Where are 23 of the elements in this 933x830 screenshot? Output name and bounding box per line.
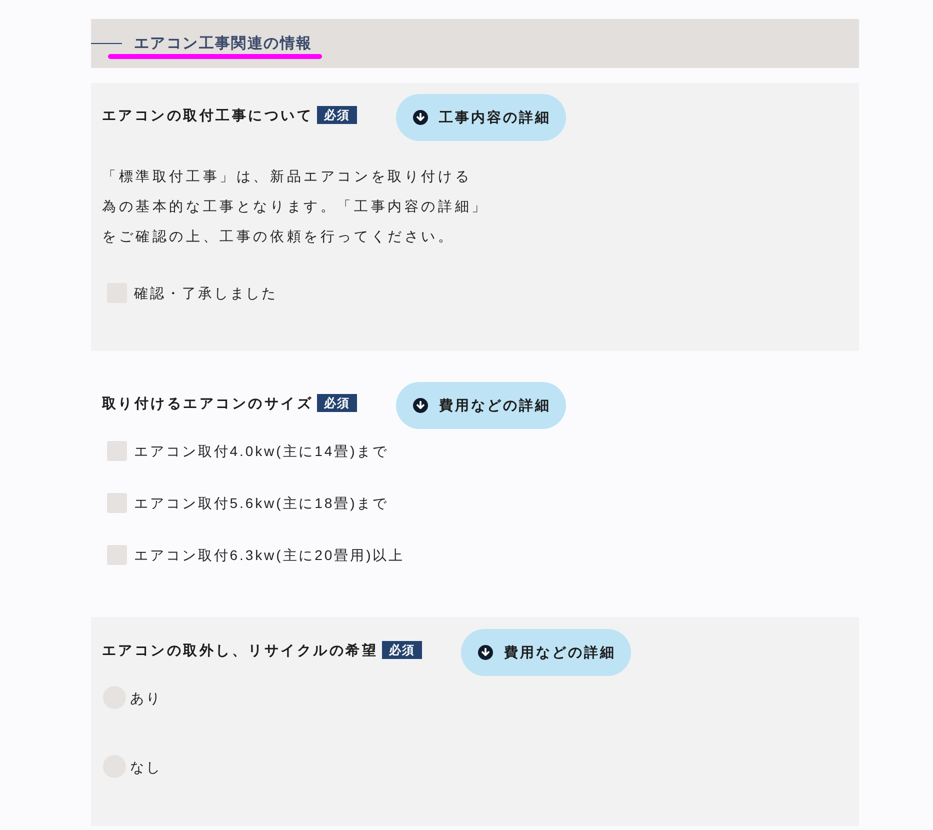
checkbox[interactable]: [107, 493, 127, 513]
details-button[interactable]: 費用などの詳細: [461, 629, 631, 676]
details-button[interactable]: 工事内容の詳細: [396, 94, 566, 141]
option-label: あり: [130, 690, 162, 704]
field-label: エアコンの取付工事について: [102, 108, 314, 122]
required-badge: 必須: [317, 106, 358, 124]
field-label: エアコンの取外し、リサイクルの希望: [102, 642, 378, 656]
option-label: 確認・了承しました: [134, 286, 278, 300]
description-text: 「標準取付工事」は、新品エアコンを取り付ける 為の基本的な工事となります。「工事内容の詳細」 をご確認の上、工事の依頼を行ってください。: [102, 167, 488, 246]
required-badge: 必須: [317, 394, 358, 412]
arrow-down-circle-icon: [413, 398, 428, 413]
field-label: 取り付けるエアコンのサイズ: [102, 396, 314, 410]
option-label: エアコン取付5.6kw(主に18畳)まで: [134, 496, 389, 510]
checkbox[interactable]: [107, 545, 127, 565]
details-button[interactable]: 費用などの詳細: [396, 382, 566, 429]
option-label: エアコン取付6.3kw(主に20畳用)以上: [134, 548, 405, 562]
section-heading: エアコン工事関連の情報: [134, 36, 312, 51]
arrow-down-circle-icon: [478, 645, 494, 660]
option-label: なし: [130, 760, 162, 774]
arrow-down-circle-icon: [413, 110, 428, 125]
option-label: エアコン取付4.0kw(主に14畳)まで: [134, 444, 389, 458]
checkbox[interactable]: [107, 441, 127, 461]
required-badge: 必須: [382, 640, 422, 658]
